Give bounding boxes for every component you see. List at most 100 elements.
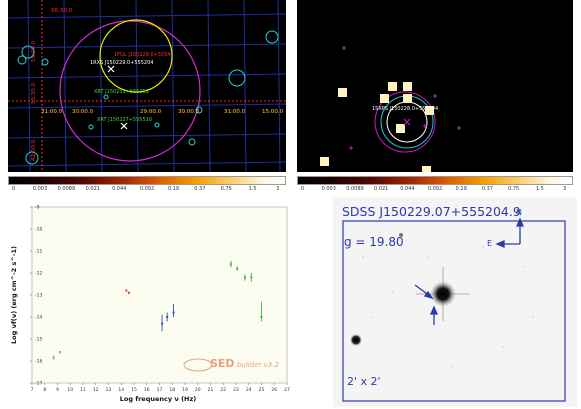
dec-label: 56:00.0 [31,40,37,62]
compass-arrows [495,217,524,248]
y-tick-label: -17 [35,381,42,387]
right-colorbar-ticks: 0 0.003 0.0089 0.021 0.044 0.092 0.19 0.… [297,186,573,196]
y-tick-label: -16 [35,359,42,365]
sky-map-canvas: 56:30.0 56:00.0 55:30.0 42:00.0 31:00.0 … [8,0,286,172]
dec-label: 42:00.0 [31,139,37,161]
xray-photon-pixels [320,82,434,172]
sed-data-point [127,291,130,294]
y-tick-label: -10 [35,227,42,233]
colorbar-tick: 0 [300,186,305,192]
x-tick-label: 19 [182,387,188,393]
x-tick-label: 22 [220,387,226,393]
xray-heatmap-panel: 1SXPS J150228.0+555204 [297,0,573,172]
x-tick-label: 12 [93,387,99,393]
ra-label: 29:00.0 [140,109,162,115]
colorbar-tick: 0.044 [112,186,127,192]
ra-label: 31:00.0 [224,109,246,115]
source-label: 1SXPS J150228.0+555204 [372,106,438,112]
xrt-source-label-1: XRT J150231+555251 [94,89,149,95]
left-colorbar [8,176,286,185]
data-marker [229,263,232,266]
x-tick-label: 14 [118,387,124,393]
north-label: N [516,208,522,217]
sdss-optical-image: SDSS J150229.07+555204.9 g = 19.80 N E 2… [333,197,577,407]
data-marker [172,311,175,314]
colorbar-tick: 0.0089 [346,186,364,192]
colorbar-tick: 0.021 [374,186,389,192]
x-tick-labels: 7 8 9 10 11 12 13 14 15 16 17 18 19 20 21 22 23 24 25 26 27 [31,383,290,393]
east-label: E [487,239,493,248]
colorbar-tick: 0 [11,186,16,192]
colorbar-tick: 3 [276,186,280,192]
colorbar-tick: 0.19 [167,186,179,192]
colorbar-tick: 3 [563,186,567,192]
data-marker [166,316,169,318]
dec-label: 55:30.0 [31,82,37,104]
sed-chart: SED builder v3.2 7 8 9 10 11 12 13 14 15 16 17 18 19… [10,205,290,404]
x-tick-label: 8 [43,387,46,393]
colorbar-tick: 0.0089 [57,186,76,192]
y-tick-label: -15 [35,337,42,343]
data-marker [236,267,239,270]
background-noise-specks [362,246,534,368]
right-colorbar [297,176,573,185]
x-tick-label: 15 [131,387,137,393]
colorbar-tick: 1.5 [248,186,257,192]
rosat-source-label: 1RXS J150229.0+555204 [90,60,153,66]
y-tick-label: -9 [35,205,40,211]
data-marker [125,289,128,292]
data-marker [243,276,246,279]
scale-label: 2' x 2' [347,375,381,388]
colorbar-tick: 0.75 [508,186,520,192]
data-marker [127,291,130,294]
magenta-cross-markers [342,46,461,150]
left-colorbar-ticks: 0 0.003 0.0089 0.021 0.044 0.092 0.19 0.… [8,186,286,196]
x-tick-label: 11 [80,387,86,393]
data-marker [161,322,164,325]
x-tick-label: 17 [157,387,163,393]
data-marker [52,356,55,359]
y-tick-label: -14 [35,315,42,321]
colorbar-tick: 0.37 [481,186,494,192]
red-source-label: 1FGL J150229.0+5554 [114,52,171,58]
x-tick-label: 13 [106,387,112,393]
x-axis-label: Log frequency ν (Hz) [120,395,197,403]
data-marker [260,316,263,318]
x-tick-label: 23 [233,387,239,393]
colorbar-tick: 1.5 [535,186,544,192]
x-tick-label: 10 [67,387,73,393]
xrt-source-label-2: XRT J150227+555510 [97,117,152,123]
x-tick-label: 24 [246,387,252,393]
sed-data-point [59,351,62,354]
y-axis-label: Log νf(ν) (erg cm^-2 s^-1) [10,246,18,344]
x-tick-label: 18 [169,387,175,393]
sed-plot-panel: SED builder v3.2 7 8 9 10 11 12 13 14 15 16 17 18 19… [8,197,290,407]
colorbar-tick: 0.021 [85,186,100,192]
sdss-title: SDSS J150229.07+555204.9 [342,204,521,219]
xrt-cross-marker [120,122,128,130]
ra-label: 30:00.0 [178,109,200,115]
colorbar-tick: 0.19 [455,186,467,192]
sed-data-point [125,289,128,292]
x-tick-label: 27 [284,387,290,393]
ra-label: 30:00.0 [72,109,94,115]
y-tick-label: -13 [35,293,42,299]
watermark-brand: SED [210,357,235,370]
y-tick-label: -12 [35,271,42,277]
ra-label: 31:00.0 [41,109,63,115]
rosat-cross-marker [107,65,115,73]
x-tick-label: 26 [271,387,277,393]
watermark-text: builder v3.2 [237,361,279,369]
g-magnitude: g = 19.80 [344,235,404,249]
colorbar-tick: 0.003 [32,186,48,192]
colorbar-tick: 0.003 [321,186,336,192]
data-marker [250,276,253,279]
x-tick-label: 21 [208,387,214,393]
x-tick-label: 25 [259,387,265,393]
colorbar-tick: 0.37 [194,186,206,192]
x-tick-label: 20 [195,387,201,393]
heatmap-canvas: 1SXPS J150228.0+555204 [320,46,461,172]
x-tick-label: 9 [56,387,59,393]
data-marker [59,351,62,354]
colorbar-tick: 0.044 [400,186,415,192]
